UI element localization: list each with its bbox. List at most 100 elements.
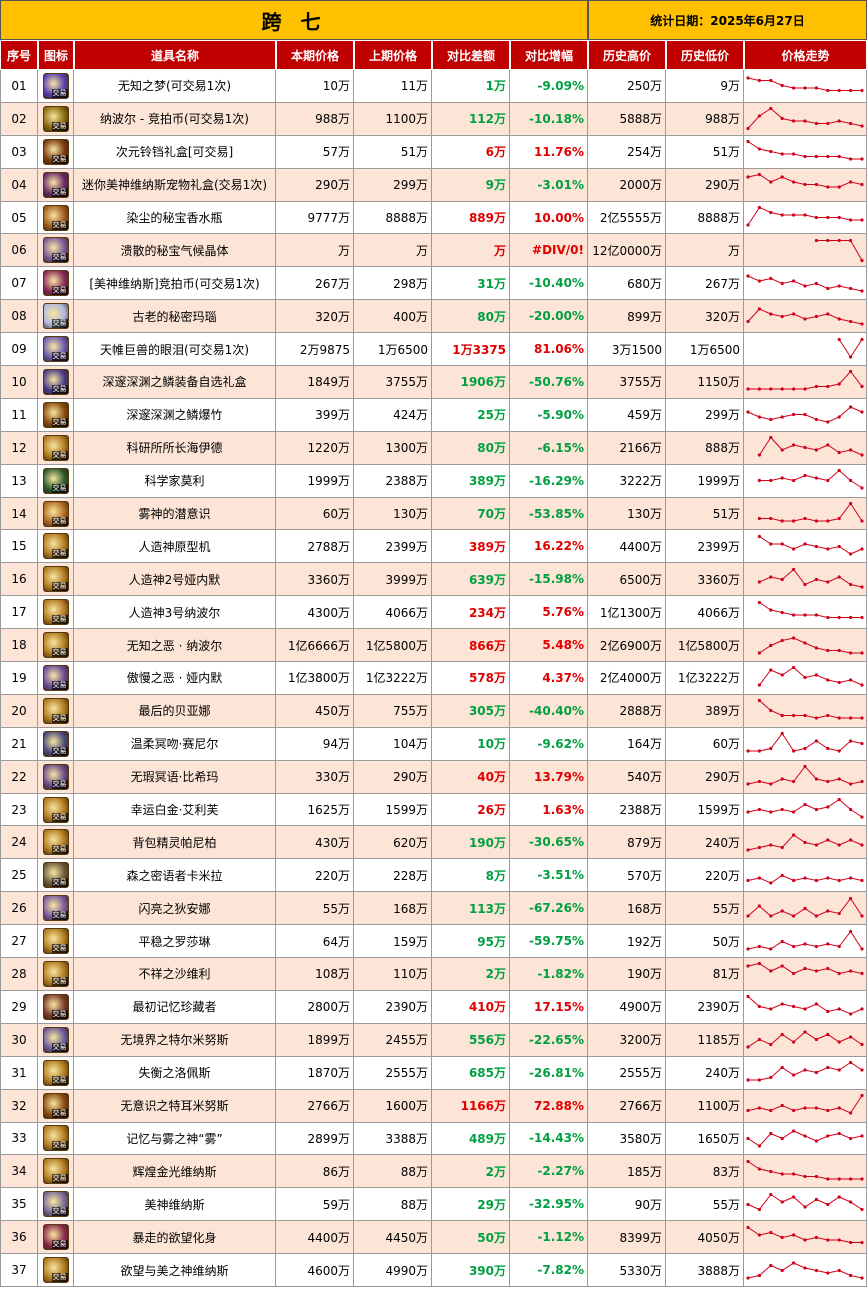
item-name: 溃散的秘宝气候晶体 xyxy=(74,234,276,268)
trade-tag: 交易 xyxy=(51,1273,68,1282)
coin-icon: 交易 xyxy=(42,105,69,132)
trade-tag: 交易 xyxy=(51,1009,68,1019)
trend-point xyxy=(814,238,818,242)
trend-point xyxy=(803,906,807,910)
history-low: 299万 xyxy=(666,398,744,432)
history-low: 83万 xyxy=(666,1155,744,1189)
table-row: 06 交易 溃散的秘宝气候晶体万万万 #DIV/0! 12亿0000万万 xyxy=(0,234,867,268)
trend-point xyxy=(860,1043,864,1047)
trend-point xyxy=(792,86,796,91)
trend-point xyxy=(769,150,773,154)
previous-price: 2555万 xyxy=(354,1056,432,1090)
price-trend-cell xyxy=(744,497,867,531)
price-trend-cell xyxy=(744,1188,867,1222)
trend-point xyxy=(826,1010,830,1014)
trend-point xyxy=(814,544,818,549)
previous-price: 1600万 xyxy=(354,1089,432,1123)
row-number: 09 xyxy=(0,333,38,367)
history-low: 81万 xyxy=(666,958,744,991)
icon-cell: 交易 xyxy=(38,102,74,136)
trend-point xyxy=(837,911,841,915)
trend-point xyxy=(792,635,796,640)
trend-point xyxy=(837,1106,841,1110)
price-diff: 40万 xyxy=(432,760,510,794)
trade-tag: 交易 xyxy=(51,911,68,921)
trend-point xyxy=(837,382,841,387)
item-name: 纳波尔 - 竞拍币(可交易1次) xyxy=(74,102,276,136)
trend-point xyxy=(780,1235,784,1239)
current-price: 59万 xyxy=(276,1188,354,1222)
price-trend-cell xyxy=(744,530,867,564)
history-high: 459万 xyxy=(588,398,666,432)
trend-point xyxy=(849,782,853,786)
trend-point xyxy=(860,453,864,457)
previous-price: 3999万 xyxy=(354,563,432,597)
trend-line xyxy=(747,1261,863,1278)
previous-price: 8888万 xyxy=(354,201,432,235)
price-trend-cell xyxy=(744,826,867,860)
table-row: 10 交易 深邃深渊之鳞装备自选礼盒 1849万 3755万 1906万 -50.76% 37… xyxy=(0,366,867,399)
price-trend-cell xyxy=(744,1221,867,1255)
trade-tag: 交易 xyxy=(51,1108,68,1118)
trend-point xyxy=(814,385,818,389)
price-diff: 639万 xyxy=(432,563,510,597)
trend-point xyxy=(769,1192,773,1196)
item-name: 无境界之特尔米努斯 xyxy=(74,1023,276,1057)
trend-point xyxy=(757,650,761,655)
current-price: 988万 xyxy=(276,102,354,136)
price-diff: 556万 xyxy=(432,1023,510,1057)
trend-point xyxy=(780,1136,784,1141)
history-high: 2555万 xyxy=(588,1056,666,1090)
row-number: 06 xyxy=(0,234,38,268)
price-trend-cell xyxy=(744,168,867,202)
previous-price: 88万 xyxy=(354,1188,432,1222)
trend-point xyxy=(757,876,761,880)
trend-point xyxy=(860,410,864,414)
history-low: 320万 xyxy=(666,300,744,334)
purple-orb-icon: 交易 xyxy=(42,72,69,99)
trend-line xyxy=(748,371,863,390)
trend-point xyxy=(757,415,761,419)
trend-point xyxy=(826,747,830,751)
row-number: 31 xyxy=(0,1056,38,1090)
trend-point xyxy=(769,1076,773,1080)
price-change-pct: -7.82% xyxy=(510,1254,588,1287)
icon-cell: 交易 xyxy=(38,201,74,235)
price-diff: 50万 xyxy=(432,1221,510,1255)
table-row: 18 交易 无知之恶 · 纳波尔 1亿6666万 1亿5800万 866万 5.48% 2亿6… xyxy=(0,629,867,663)
table-body: 01 交易 无知之梦(可交易1次) 10万 11万 1万 -9.09% 250万 9万 02 交易纳… xyxy=(0,70,867,1287)
trade-tag: 交易 xyxy=(51,187,68,197)
trend-point xyxy=(746,1078,750,1082)
history-low: 万 xyxy=(666,234,744,268)
trend-point xyxy=(803,613,807,617)
trend-point xyxy=(780,845,784,850)
previous-price: 159万 xyxy=(354,925,432,959)
price-trend-sparkline xyxy=(757,600,864,619)
table-row: 05 交易 染尘的秘宝香水瓶 9777万 8888万 889万 10.00% 2亿5555万 8… xyxy=(0,201,867,235)
table-row: 17 交易 人造神3号纳波尔 4300万 4066万 234万 5.76% 1亿1300万 40… xyxy=(0,596,867,630)
price-diff: 26万 xyxy=(432,793,510,827)
price-trend-cell xyxy=(744,1023,867,1057)
previous-price: 2388万 xyxy=(354,464,432,498)
price-trend-cell xyxy=(744,892,867,926)
trend-point xyxy=(814,739,818,743)
history-high: 90万 xyxy=(588,1188,666,1222)
card-icon: 交易 xyxy=(42,500,69,527)
price-change-pct: -20.00% xyxy=(510,300,588,334)
trend-line xyxy=(759,637,862,654)
row-number: 33 xyxy=(0,1122,38,1156)
row-number: 11 xyxy=(0,398,38,432)
trade-tag: 交易 xyxy=(51,88,68,98)
trend-point xyxy=(826,1108,830,1113)
trend-point xyxy=(826,215,830,220)
item-name: 背包精灵帕尼柏 xyxy=(74,826,276,860)
price-trend-sparkline xyxy=(757,469,864,490)
trend-point xyxy=(803,1265,807,1270)
history-low: 267万 xyxy=(666,267,744,301)
history-low: 1185万 xyxy=(666,1023,744,1057)
trend-point xyxy=(803,714,807,718)
price-trend-cell xyxy=(744,925,867,959)
item-name: 人造神2号娅内默 xyxy=(74,563,276,597)
current-price: 1亿3800万 xyxy=(276,662,354,695)
row-number: 29 xyxy=(0,990,38,1024)
